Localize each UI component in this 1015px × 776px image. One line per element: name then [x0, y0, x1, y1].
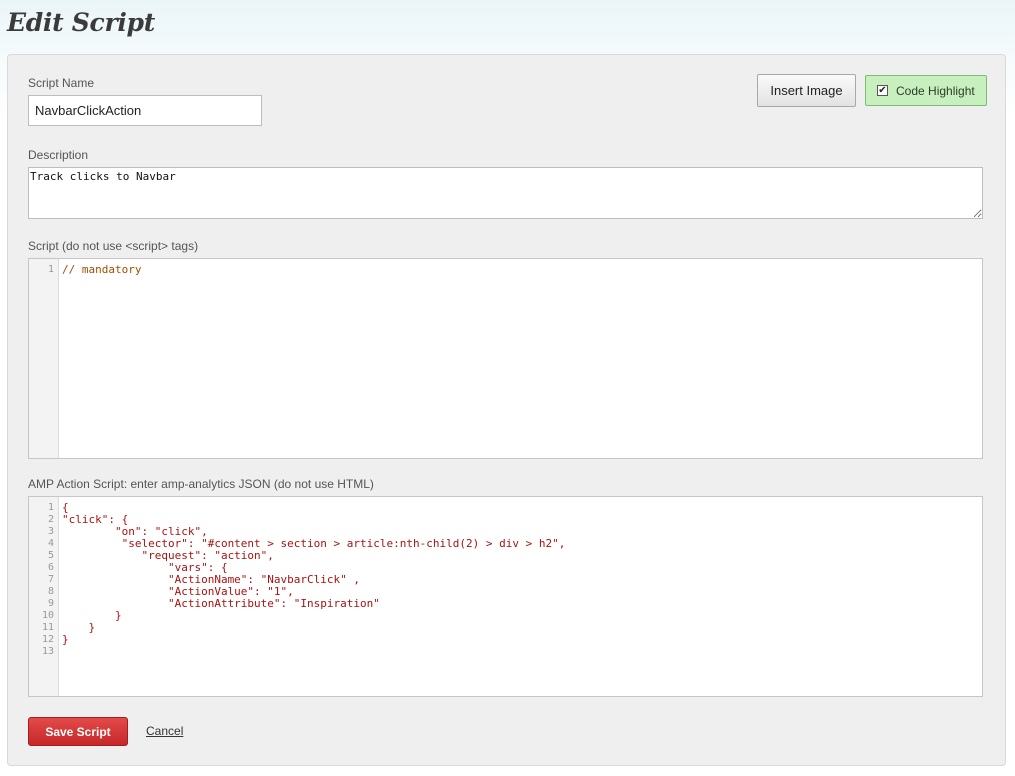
line-number: 11: [41, 622, 54, 633]
line-number: 10: [41, 610, 54, 621]
line-number-gutter: 1 2 3 4 5 6 7 8 9 10 11 12 13: [29, 497, 59, 696]
line-number: 5: [47, 550, 54, 561]
code-line: }: [62, 609, 122, 622]
code-area[interactable]: // mandatory: [62, 264, 982, 276]
code-highlight-toggle[interactable]: ✔ Code Highlight: [865, 75, 987, 106]
line-number: 6: [47, 562, 54, 573]
line-number: 9: [47, 598, 54, 609]
amp-script-label: AMP Action Script: enter amp-analytics J…: [28, 477, 374, 491]
script-label: Script (do not use <script> tags): [28, 239, 199, 253]
line-number: 12: [41, 634, 54, 645]
line-number: 3: [47, 526, 54, 537]
line-number-gutter: 1: [29, 259, 59, 458]
code-highlight-label: Code Highlight: [896, 83, 975, 98]
code-line: }: [62, 633, 69, 646]
line-number: 1: [47, 264, 54, 275]
code-line: {: [62, 501, 69, 514]
code-line: }: [62, 621, 96, 634]
save-script-button[interactable]: Save Script: [28, 717, 128, 746]
line-number: 4: [47, 538, 54, 549]
description-label: Description: [28, 148, 89, 162]
line-number: 7: [47, 574, 54, 585]
description-textarea[interactable]: Track clicks to Navbar: [28, 167, 983, 219]
code-line: // mandatory: [62, 263, 142, 276]
edit-script-form: Script Name Insert Image ✔ Code Highligh…: [7, 54, 1006, 766]
cancel-link[interactable]: Cancel: [146, 724, 183, 738]
code-line: "ActionAttribute": "Inspiration": [62, 597, 380, 610]
line-number: 13: [41, 646, 54, 657]
code-highlight-checkbox[interactable]: ✔: [877, 85, 888, 96]
script-name-label: Script Name: [28, 76, 95, 90]
line-number: 2: [47, 514, 54, 525]
line-number: 8: [47, 586, 54, 597]
code-area[interactable]: {"click": { "on": "click", "selector": "…: [62, 502, 982, 658]
amp-code-editor[interactable]: 1 2 3 4 5 6 7 8 9 10 11 12 13 {"click": { "on": "cli…: [28, 496, 983, 697]
page-title: Edit Script: [7, 8, 155, 37]
script-name-input[interactable]: [28, 95, 262, 126]
insert-image-button[interactable]: Insert Image: [757, 74, 856, 107]
line-number: 1: [47, 502, 54, 513]
script-code-editor[interactable]: 1 // mandatory: [28, 258, 983, 459]
